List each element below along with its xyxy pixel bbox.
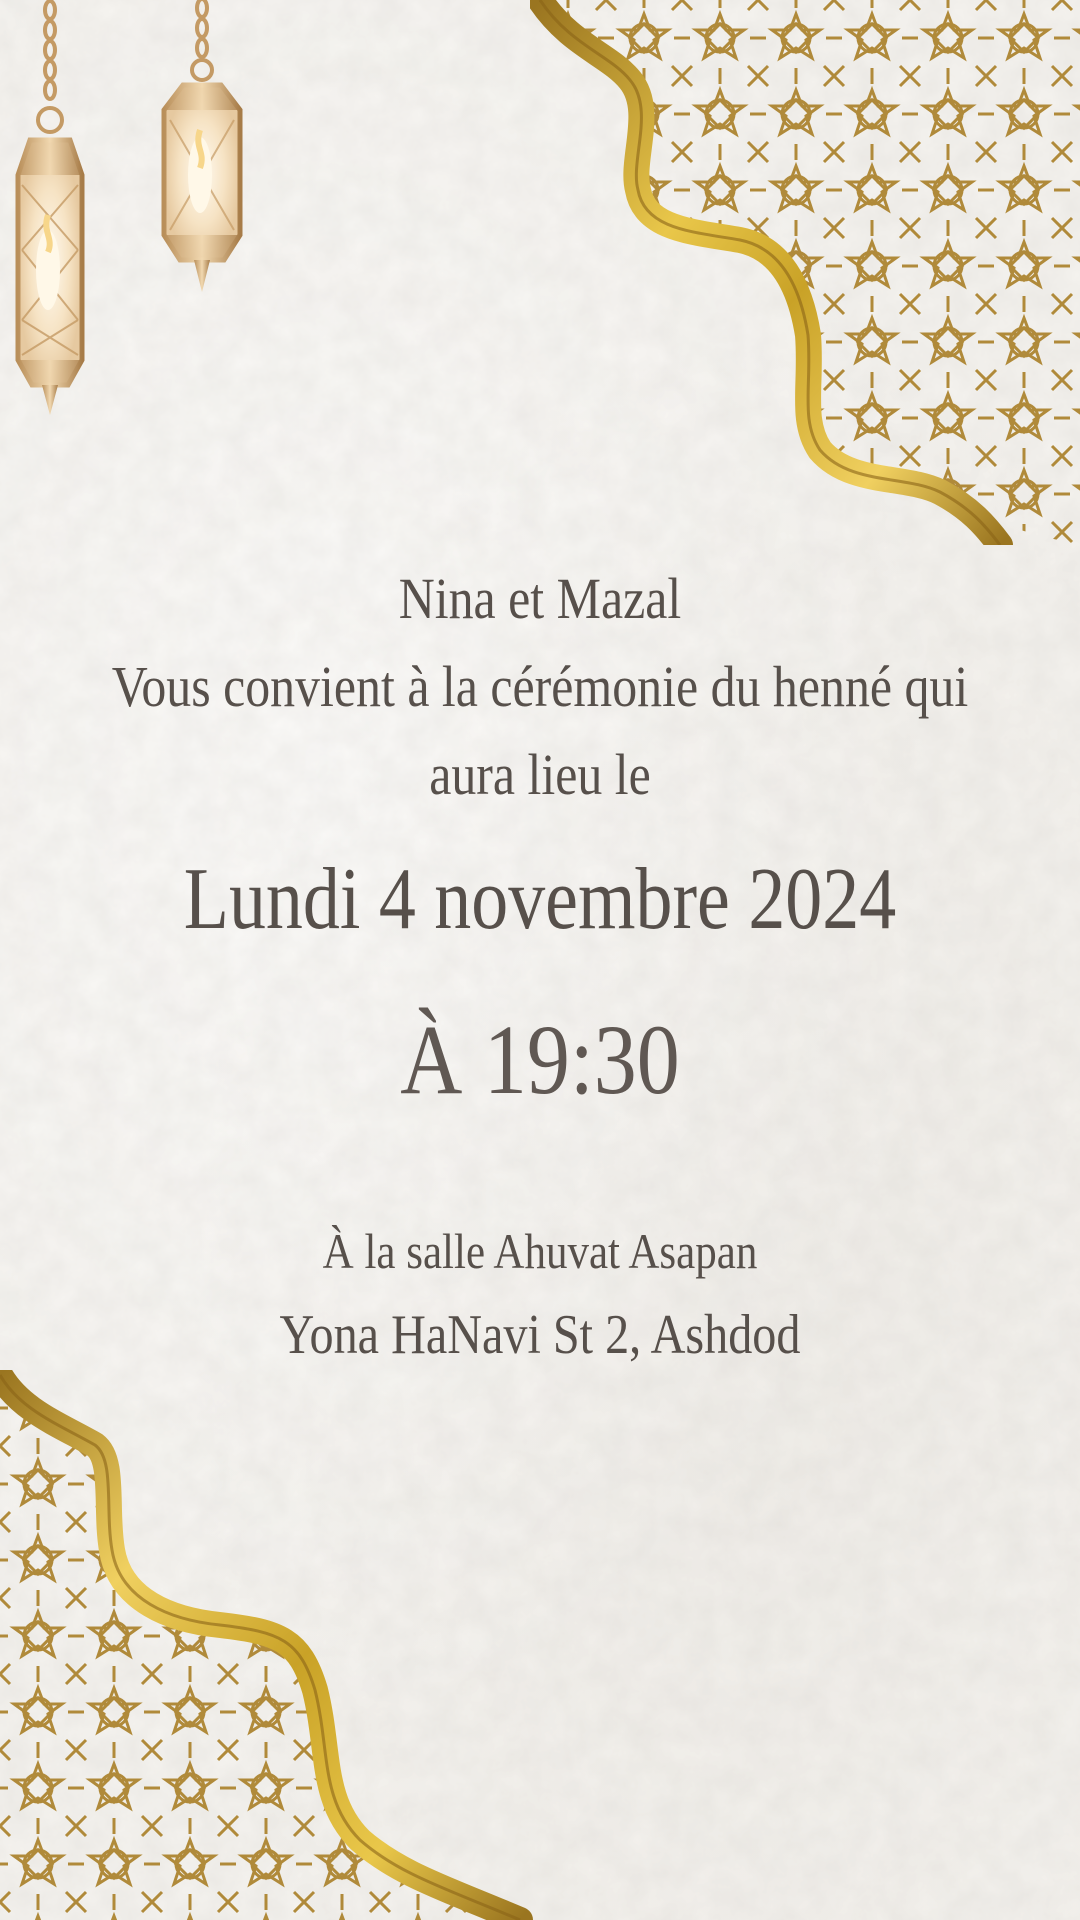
gold-corner-top-right [530, 0, 1080, 545]
lanterns-icon [15, 0, 243, 415]
invitation-line-2: aura lieu le [429, 742, 651, 807]
venue-name: À la salle Ahuvat Asapan [322, 1223, 758, 1279]
event-date: Lundi 4 novembre 2024 [183, 851, 897, 948]
invitation-line-1: Vous convient à la cérémonie du henné qu… [111, 654, 969, 719]
invitation-text: Vous convient à la cérémonie du henné qu… [110, 643, 970, 819]
gold-corner-bottom-left [0, 1370, 533, 1920]
venue-address: Yona HaNavi St 2, Ashdod [279, 1304, 801, 1366]
event-time: À 19:30 [400, 1004, 680, 1115]
hosts-names: Nina et Mazal [398, 566, 682, 631]
